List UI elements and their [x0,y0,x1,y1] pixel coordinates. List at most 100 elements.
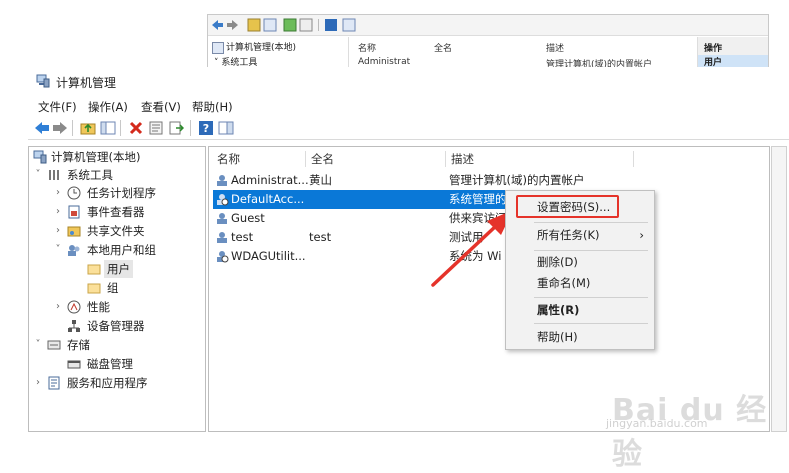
tree-item-services-apps[interactable]: › 服务和应用程序 [33,374,203,392]
svg-text:?: ? [203,122,209,135]
chevron-right-icon[interactable]: › [53,203,63,221]
menu-file[interactable]: 文件(F) [38,99,77,115]
menu-item-all-tasks[interactable]: 所有任务(K) › [506,224,654,246]
user-disabled-icon [217,194,229,206]
tree-item-label: 组 [107,281,119,295]
column-divider[interactable] [445,151,446,167]
chevron-down-icon[interactable]: ˅ [33,166,43,184]
toolbar-separator [72,120,73,136]
chevron-right-icon: › [639,228,644,242]
background-col-fullname: 全名 [434,44,453,54]
performance-icon [67,300,81,314]
user-name: WDAGUtilit... [231,249,306,263]
clock-icon [67,186,81,200]
user-icon [217,213,227,224]
watermark-url: jingyan.baidu.com [606,417,708,430]
navigation-tree: 计算机管理(本地) ˅ 系统工具 › 任务计划程序 › 事件查看器 › 共享文件… [28,146,206,432]
back-arrow-icon[interactable] [34,120,50,136]
column-header-name[interactable]: 名称 [217,149,240,169]
user-name: test [231,230,254,244]
column-header-fullname[interactable]: 全名 [311,149,334,169]
toolbar-separator [190,120,191,136]
disk-icon [67,360,81,369]
forward-arrow-icon[interactable] [52,120,68,136]
menu-item-help[interactable]: 帮助(H) [506,326,654,348]
column-header-description[interactable]: 描述 [451,149,474,169]
column-divider[interactable] [305,151,306,167]
tree-item-disk-management[interactable]: 磁盘管理 [67,355,203,373]
tree-item-label: 服务和应用程序 [67,376,148,390]
main-window: 计算机管理 文件(F) 操作(A) 查看(V) 帮助(H) ? 计算机管理(本地… [28,67,789,437]
user-icon [217,175,227,186]
help-icon[interactable]: ? [198,120,214,136]
context-menu: 设置密码(S)... 所有任务(K) › 删除(D) 重命名(M) 属性(R) … [505,190,655,350]
tree-item-groups[interactable]: 组 [87,279,203,297]
properties-icon[interactable] [148,120,164,136]
user-fullname: test [309,230,332,244]
computer-management-icon [212,41,224,54]
user-fullname: 黄山 [309,173,332,187]
tree-item-task-scheduler[interactable]: › 任务计划程序 [53,184,203,202]
folder-icon [87,283,101,294]
export-list-icon[interactable] [168,120,184,136]
tree-item-event-viewer[interactable]: › 事件查看器 [53,203,203,221]
background-toolbar-icons [212,18,356,32]
background-col-name: 名称 [358,44,377,54]
show-hide-tree-icon[interactable] [100,120,116,136]
menu-item-properties[interactable]: 属性(R) [506,299,654,321]
tree-item-storage[interactable]: ˅ 存储 [33,336,203,354]
tree-item-label: 用户 [104,260,133,278]
window-title: 计算机管理 [56,76,117,90]
chevron-right-icon[interactable]: › [53,298,63,316]
menu-view[interactable]: 查看(V) [141,99,181,115]
folder-icon [87,264,101,275]
up-folder-icon[interactable] [80,120,96,136]
chevron-right-icon[interactable]: › [33,374,43,392]
menu-item-delete[interactable]: 删除(D) [506,251,654,273]
tree-item-local-users-groups[interactable]: ˅ 本地用户和组 [53,241,203,259]
menu-separator [534,297,648,298]
chevron-down-icon[interactable]: ˅ [33,336,43,354]
chevron-right-icon[interactable]: › [53,222,63,240]
tree-item-performance[interactable]: › 性能 [53,298,203,316]
tree-item-label: 任务计划程序 [87,186,156,200]
tree-item-label: 共享文件夹 [87,224,145,238]
tree-item-label: 系统工具 [67,168,113,182]
chevron-down-icon[interactable]: ˅ [53,241,63,259]
tree-item-label: 事件查看器 [87,205,145,219]
user-name: Administrat... [231,173,309,187]
menu-bar: 文件(F) 操作(A) 查看(V) 帮助(H) [28,95,789,117]
users-icon [68,245,80,256]
column-divider[interactable] [633,151,634,167]
background-row-name: Administrat [358,57,411,67]
user-icon [217,232,227,243]
tree-item-system-tools[interactable]: ˅ 系统工具 [33,166,203,184]
tree-item-users[interactable]: 用户 [87,260,203,278]
tree-item-label: 本地用户和组 [87,243,156,257]
background-columns: 名称 全名 描述 Administrat 管理计算机(域)的内置帐户 [350,37,695,70]
menu-separator [534,323,648,324]
background-tree-root: 计算机管理(本地) [226,43,297,53]
show-action-pane-icon[interactable] [218,120,234,136]
delete-x-icon[interactable] [128,120,144,136]
tree-item-shared-folders[interactable]: › 共享文件夹 [53,222,203,240]
background-col-desc: 描述 [546,44,565,54]
system-tools-icon [49,170,59,180]
toolbar-separator [120,120,121,136]
background-actions-title: 操作 [704,44,723,54]
menu-action[interactable]: 操作(A) [88,99,128,115]
menu-item-rename[interactable]: 重命名(M) [506,272,654,294]
tree-item-label: 磁盘管理 [87,357,133,371]
event-viewer-icon [68,205,80,219]
menu-help[interactable]: 帮助(H) [192,99,233,115]
device-manager-icon [68,320,80,332]
table-row[interactable]: Administrat... 黄山 管理计算机(域)的内置帐户 [213,171,625,190]
chevron-right-icon[interactable]: › [53,184,63,202]
user-description: 管理计算机(域)的内置帐户 [449,173,585,187]
menu-separator [534,222,648,223]
menu-item-set-password[interactable]: 设置密码(S)... [506,196,654,218]
tree-item-label: 计算机管理(本地) [51,150,141,164]
tree-item-computer-management[interactable]: 计算机管理(本地) [33,148,203,166]
tree-item-device-manager[interactable]: 设备管理器 [67,317,203,335]
tree-item-label: 设备管理器 [87,319,145,333]
